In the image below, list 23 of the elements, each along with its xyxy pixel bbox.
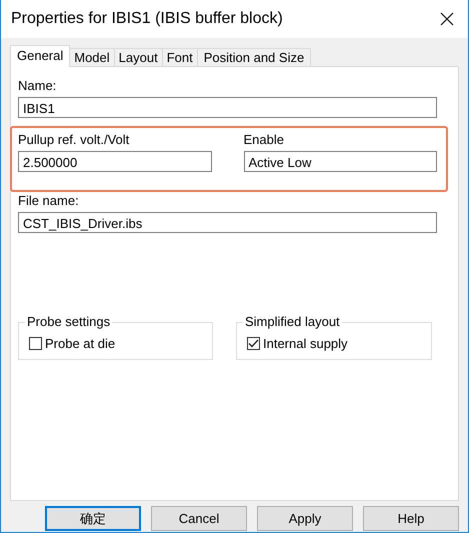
dialog-button[interactable]: Apply xyxy=(257,506,353,531)
window-title: Properties for IBIS1 (IBIS buffer block) xyxy=(11,10,283,28)
checkbox-label[interactable]: Probe at die xyxy=(45,336,116,351)
dialog-button[interactable]: 确定 xyxy=(45,506,141,531)
field-label: Pullup ref. volt./Volt xyxy=(18,131,130,148)
dialog-button[interactable]: Help xyxy=(363,506,459,531)
checkbox[interactable] xyxy=(29,337,42,350)
tab[interactable]: Layout xyxy=(114,48,163,67)
text-field[interactable]: Active Low xyxy=(244,151,437,172)
close-icon[interactable] xyxy=(440,12,454,26)
checkbox[interactable] xyxy=(247,337,260,350)
field-label: Enable xyxy=(244,131,284,148)
tab[interactable]: General xyxy=(10,45,70,67)
dialog-button[interactable]: Cancel xyxy=(151,506,247,531)
checkbox-label[interactable]: Internal supply xyxy=(263,336,348,351)
group-title: Simplified layout xyxy=(243,314,342,329)
name-field[interactable]: IBIS1 xyxy=(18,97,437,118)
field-label: Name: xyxy=(18,77,56,94)
tab[interactable]: Position and Size xyxy=(196,48,312,67)
group-title: Probe settings xyxy=(25,314,112,329)
field-label: File name: xyxy=(18,192,79,209)
file-name-field[interactable]: CST_IBIS_Driver.ibs xyxy=(18,212,437,233)
text-field[interactable]: 2.500000 xyxy=(18,151,212,172)
